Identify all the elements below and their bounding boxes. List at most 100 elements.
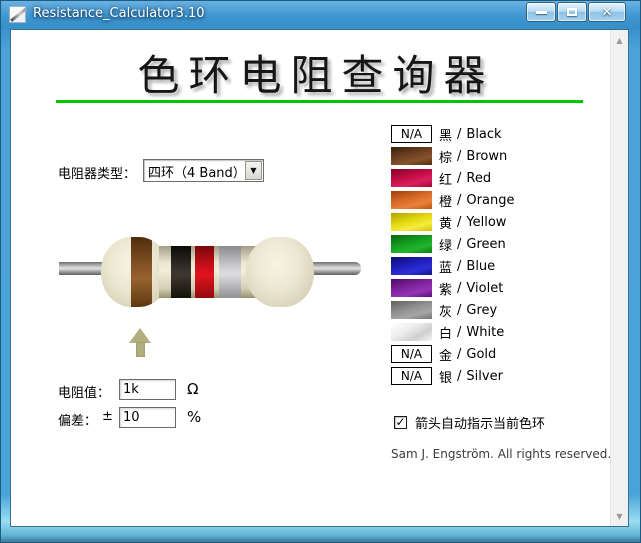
arrow-stem xyxy=(135,342,145,357)
legend-item: 橙 / Orange xyxy=(391,191,515,210)
separator: / xyxy=(457,258,462,274)
color-name-en: Violet xyxy=(466,280,504,296)
resistance-label: 电阻值： xyxy=(58,386,111,401)
color-name-en: Grey xyxy=(466,302,498,318)
scroll-up-icon[interactable]: ▲ xyxy=(611,32,628,48)
legend-item: 红 / Red xyxy=(391,169,514,188)
pencil-icon xyxy=(10,7,25,22)
tolerance-label: 偏差： xyxy=(58,414,98,429)
color-name-zh: 红 xyxy=(439,172,453,188)
separator: / xyxy=(457,236,462,252)
color-name-en: Black xyxy=(466,126,502,142)
color-name-zh: 灰 xyxy=(439,304,453,320)
dropdown-value: 四环（4 Band） xyxy=(148,166,246,181)
minimize-button[interactable] xyxy=(526,2,556,22)
legend-item: 棕 / Brown xyxy=(391,147,514,166)
resistor-band xyxy=(195,246,214,298)
color-name-en: Silver xyxy=(466,368,503,384)
resistor-graphic xyxy=(59,229,361,309)
app-icon xyxy=(9,6,26,23)
color-swatch xyxy=(391,301,432,319)
separator: / xyxy=(457,346,462,362)
separator: / xyxy=(457,170,462,186)
legend-item: N/A 银 / Silver xyxy=(391,367,514,386)
separator: / xyxy=(457,192,462,208)
percent-unit: % xyxy=(187,408,202,426)
color-name-zh: 棕 xyxy=(439,150,453,166)
resistor-band xyxy=(219,246,241,298)
legend-item: N/A 黑 / Black xyxy=(391,125,514,144)
color-name-en: Gold xyxy=(466,346,497,362)
dropdown-arrow-button[interactable]: ▼ xyxy=(245,161,262,180)
color-name-en: White xyxy=(466,324,505,340)
color-name-en: Green xyxy=(466,236,506,252)
ohm-unit: Ω xyxy=(187,380,199,398)
tolerance-input[interactable] xyxy=(119,407,176,428)
resistance-input[interactable] xyxy=(119,379,176,400)
color-swatch xyxy=(391,191,432,209)
page-title: 色环电阻查询器 xyxy=(137,51,495,100)
green-divider xyxy=(56,100,583,103)
color-swatch xyxy=(391,279,432,297)
separator: / xyxy=(457,126,462,142)
legend-item: N/A 金 / Gold xyxy=(391,345,514,364)
copyright-text: Sam J. Engström. All rights reserved. xyxy=(391,447,612,461)
window-title: Resistance_Calculator3.10 xyxy=(33,6,205,21)
color-name-en: Yellow xyxy=(466,214,507,230)
color-name-zh: 黄 xyxy=(439,216,453,232)
color-name-zh: 紫 xyxy=(439,282,453,298)
legend-item: 灰 / Grey xyxy=(391,301,514,320)
color-legend: N/A 黑 / Black 棕 / Brown 红 / Red 橙 / Orange 黄 / Yel… xyxy=(391,125,514,389)
color-name-en: Red xyxy=(466,170,492,186)
vertical-scrollbar[interactable]: ▲ ▼ xyxy=(610,30,628,526)
color-swatch xyxy=(391,257,432,275)
color-swatch xyxy=(391,235,432,253)
color-swatch xyxy=(391,323,432,341)
resistor-body-right xyxy=(246,237,314,307)
color-name-zh: 白 xyxy=(439,326,453,342)
separator: / xyxy=(457,148,462,164)
resistor-band xyxy=(171,246,191,298)
close-button[interactable]: ✕ xyxy=(588,2,626,22)
color-swatch xyxy=(391,213,432,231)
color-name-en: Orange xyxy=(466,192,515,208)
legend-item: 白 / White xyxy=(391,323,514,342)
separator: / xyxy=(457,302,462,318)
color-name-en: Brown xyxy=(466,148,508,164)
color-swatch: N/A xyxy=(391,345,432,363)
color-swatch: N/A xyxy=(391,125,432,143)
color-name-zh: 黑 xyxy=(439,128,453,144)
content-area: 色环电阻查询器 电阻器类型： 四环（4 Band） ▼ 电阻值： 1k Ω 偏差… xyxy=(10,29,629,527)
resistor-type-label: 电阻器类型： xyxy=(58,167,137,182)
auto-arrow-label: 箭头自动指示当前色环 xyxy=(415,417,546,432)
app-window: Resistance_Calculator3.10 ✕ 色环电阻查询器 电阻器类… xyxy=(0,0,641,543)
scroll-down-icon[interactable]: ▼ xyxy=(611,508,628,524)
color-name-zh: 橙 xyxy=(439,194,453,210)
auto-arrow-checkbox[interactable]: ✓ xyxy=(394,416,407,429)
color-name-zh: 银 xyxy=(439,370,453,386)
legend-item: 黄 / Yellow xyxy=(391,213,514,232)
title-bar: Resistance_Calculator3.10 ✕ xyxy=(0,0,641,29)
resistor-band xyxy=(131,237,152,307)
separator: / xyxy=(457,324,462,340)
legend-item: 蓝 / Blue xyxy=(391,257,514,276)
legend-item: 绿 / Green xyxy=(391,235,514,254)
close-icon: ✕ xyxy=(601,4,613,20)
color-name-zh: 金 xyxy=(439,348,453,364)
chevron-down-icon: ▼ xyxy=(250,166,257,175)
resistor-type-dropdown[interactable]: 四环（4 Band） ▼ xyxy=(143,159,264,182)
color-swatch: N/A xyxy=(391,367,432,385)
maximize-icon xyxy=(567,8,577,16)
separator: / xyxy=(457,280,462,296)
separator: / xyxy=(457,214,462,230)
minimize-icon xyxy=(535,11,547,14)
arrow-head xyxy=(129,328,151,343)
band-pointer-arrow-icon xyxy=(129,328,151,358)
auto-arrow-option: ✓ 箭头自动指示当前色环 xyxy=(394,413,545,432)
maximize-button[interactable] xyxy=(557,2,587,22)
color-name-zh: 蓝 xyxy=(439,260,453,276)
resistor-lead-right xyxy=(313,262,361,275)
color-swatch xyxy=(391,147,432,165)
plus-minus-sign: ± xyxy=(102,409,113,424)
color-swatch xyxy=(391,169,432,187)
